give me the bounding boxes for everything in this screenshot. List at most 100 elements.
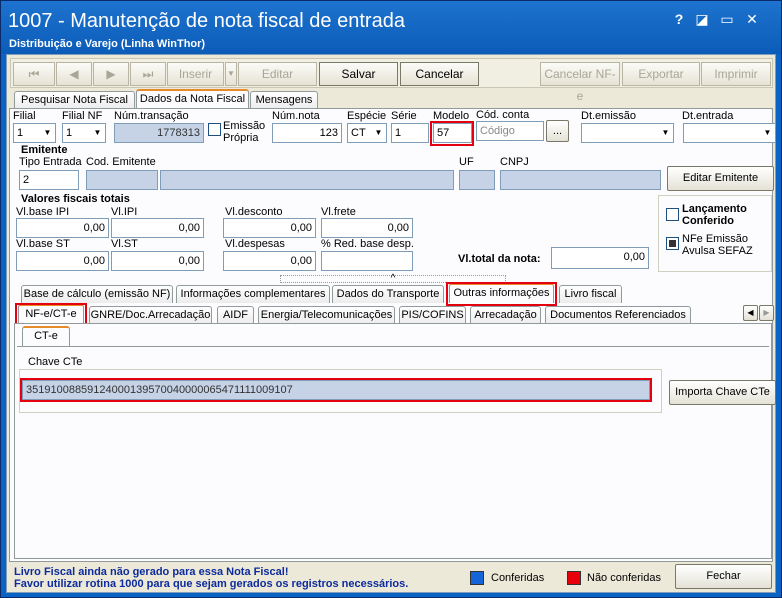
- cod-emitente-field[interactable]: [86, 170, 158, 190]
- outras-informacoes-highlight: [446, 282, 557, 306]
- conferido-label: Conferido: [682, 215, 734, 227]
- num-transacao-field[interactable]: 1778313: [114, 123, 204, 143]
- app-window: 1007 - Manutenção de nota fiscal de entr…: [0, 0, 782, 598]
- minimize-icon[interactable]: ▭: [716, 10, 738, 28]
- tab-pis-cofins[interactable]: PIS/COFINS: [399, 306, 466, 324]
- num-nota-label: Núm.nota: [272, 110, 320, 122]
- restore-icon[interactable]: ◪: [691, 10, 713, 28]
- editar-emitente-button[interactable]: Editar Emitente: [667, 166, 774, 191]
- exportar-button[interactable]: Exportar: [622, 62, 700, 86]
- conferidas-swatch: [470, 571, 484, 585]
- filial-nf-label: Filial NF: [62, 110, 103, 122]
- tipo-entrada-label: Tipo Entrada: [19, 156, 82, 168]
- salvar-button[interactable]: Salvar: [319, 62, 398, 86]
- tab-mensagens[interactable]: Mensagens: [250, 91, 318, 109]
- tab-livro-fiscal[interactable]: Livro fiscal: [559, 285, 622, 303]
- tab-documentos-referenciados[interactable]: Documentos Referenciados: [545, 306, 691, 324]
- emissao-propria-checkbox[interactable]: [208, 123, 221, 136]
- tab-dados-transporte[interactable]: Dados do Transporte: [332, 285, 444, 303]
- dt-emissao-picker[interactable]: ▼: [581, 123, 674, 143]
- next-record-icon[interactable]: ▶: [93, 62, 129, 86]
- cod-conta-field[interactable]: Código: [476, 121, 544, 141]
- tab-gnre[interactable]: GNRE/Doc.Arrecadação: [89, 306, 212, 324]
- filial-select[interactable]: 1 ▼: [13, 123, 56, 143]
- serie-field[interactable]: 1: [391, 123, 429, 143]
- cnpj-field[interactable]: [500, 170, 661, 190]
- nfe-emissao-label: NFe Emissão: [682, 233, 749, 245]
- emissao-propria-label-2: Própria: [223, 132, 259, 144]
- dt-entrada-picker[interactable]: ▼: [683, 123, 776, 143]
- importa-chave-cte-button[interactable]: Importa Chave CTe: [669, 380, 776, 405]
- filial-label: Filial: [13, 110, 36, 122]
- desconto-field[interactable]: 0,00: [223, 218, 316, 238]
- window-title: 1007 - Manutenção de nota fiscal de entr…: [8, 10, 405, 32]
- filial-nf-select[interactable]: 1 ▼: [62, 123, 106, 143]
- emissao-propria-label: Emissão: [223, 120, 266, 132]
- cod-conta-label: Cód. conta: [476, 109, 530, 121]
- uf-label: UF: [459, 156, 474, 168]
- close-icon[interactable]: ✕: [741, 10, 763, 28]
- tab-scroll-right-icon[interactable]: ▶: [759, 305, 774, 321]
- cod-emitente-label: Cod. Emitente: [86, 156, 156, 168]
- help-icon[interactable]: ?: [668, 10, 690, 28]
- fechar-button[interactable]: Fechar: [675, 564, 772, 589]
- frete-field[interactable]: 0,00: [321, 218, 413, 238]
- especie-value: CT: [351, 127, 366, 139]
- especie-select[interactable]: CT ▼: [347, 123, 387, 143]
- cnpj-label: CNPJ: [500, 156, 529, 168]
- base-st-field[interactable]: 0,00: [16, 251, 109, 271]
- prev-record-icon[interactable]: ◀: [56, 62, 92, 86]
- total-field[interactable]: 0,00: [551, 247, 649, 269]
- st-label: Vl.ST: [111, 238, 138, 250]
- nfe-avulsa-checkbox[interactable]: [666, 237, 679, 250]
- chave-cte-highlight: [20, 378, 652, 402]
- frete-label: Vl.frete: [321, 206, 356, 218]
- toolbar: ⏮ ◀ ▶ ⏭ Inserir ▼ Editar Salvar Cancelar…: [10, 58, 773, 103]
- footer-message-2: Favor utilizar rotina 1000 para que seja…: [14, 578, 409, 590]
- imprimir-button[interactable]: Imprimir: [701, 62, 771, 86]
- chevron-up-icon: ^: [390, 273, 396, 284]
- footer-message-1: Livro Fiscal ainda não gerado para essa …: [14, 566, 289, 578]
- cancelar-nfe-button[interactable]: Cancelar NF-e: [540, 62, 620, 103]
- chevron-down-icon: ▼: [661, 128, 670, 137]
- conferidas-label: Conferidas: [491, 572, 545, 584]
- last-record-icon[interactable]: ⏭: [130, 62, 166, 86]
- tab-arrecadacao[interactable]: Arrecadação: [470, 306, 541, 324]
- tab-energia[interactable]: Energia/Telecomunicações: [258, 306, 395, 324]
- tab-dados-nota[interactable]: Dados da Nota Fiscal: [136, 89, 249, 109]
- base-ipi-label: Vl.base IPI: [16, 206, 70, 218]
- lancamento-conferido-checkbox[interactable]: [666, 208, 679, 221]
- tab-pesquisar-nota[interactable]: Pesquisar Nota Fiscal: [14, 91, 135, 109]
- ipi-field[interactable]: 0,00: [111, 218, 204, 238]
- despesas-field[interactable]: 0,00: [223, 251, 316, 271]
- tab-base-calculo[interactable]: Base de cálculo (emissão NF): [21, 285, 173, 303]
- inserir-dropdown-icon[interactable]: ▼: [225, 62, 237, 86]
- cod-conta-lookup-button[interactable]: ...: [546, 120, 569, 142]
- tab-scroll-left-icon[interactable]: ◀: [743, 305, 758, 321]
- st-field[interactable]: 0,00: [111, 251, 204, 271]
- num-nota-field[interactable]: 123: [272, 123, 342, 143]
- inserir-button[interactable]: Inserir: [167, 62, 224, 86]
- editar-button[interactable]: Editar: [238, 62, 317, 86]
- uf-field[interactable]: [459, 170, 495, 190]
- chevron-down-icon: ▼: [43, 128, 52, 137]
- red-base-field[interactable]: [321, 251, 413, 271]
- client-area: ⏮ ◀ ▶ ⏭ Inserir ▼ Editar Salvar Cancelar…: [6, 54, 776, 593]
- base-ipi-field[interactable]: 0,00: [16, 218, 109, 238]
- dados-nota-panel: Filial 1 ▼ Filial NF 1 ▼ Núm.transação 177…: [9, 108, 776, 562]
- chevron-down-icon: ▼: [763, 128, 772, 137]
- emitente-name-field[interactable]: [160, 170, 454, 190]
- tab-aidf[interactable]: AIDF: [217, 306, 254, 324]
- dt-emissao-label: Dt.emissão: [581, 110, 637, 122]
- tipo-entrada-field[interactable]: 2: [19, 170, 79, 190]
- nao-conferidas-label: Não conferidas: [587, 572, 661, 584]
- first-record-icon[interactable]: ⏮: [13, 62, 55, 86]
- cancelar-button[interactable]: Cancelar: [400, 62, 479, 86]
- avulsa-sefaz-label: Avulsa SEFAZ: [682, 245, 753, 257]
- tab-ct-e[interactable]: CT-e: [22, 326, 70, 346]
- tab-info-complementares[interactable]: Informações complementares: [176, 285, 330, 303]
- filial-nf-value: 1: [66, 127, 73, 139]
- ct-e-content: Chave CTe 351910088591240001395700400000…: [17, 346, 776, 556]
- chevron-down-icon: ▼: [374, 128, 383, 137]
- num-transacao-label: Núm.transação: [114, 110, 189, 122]
